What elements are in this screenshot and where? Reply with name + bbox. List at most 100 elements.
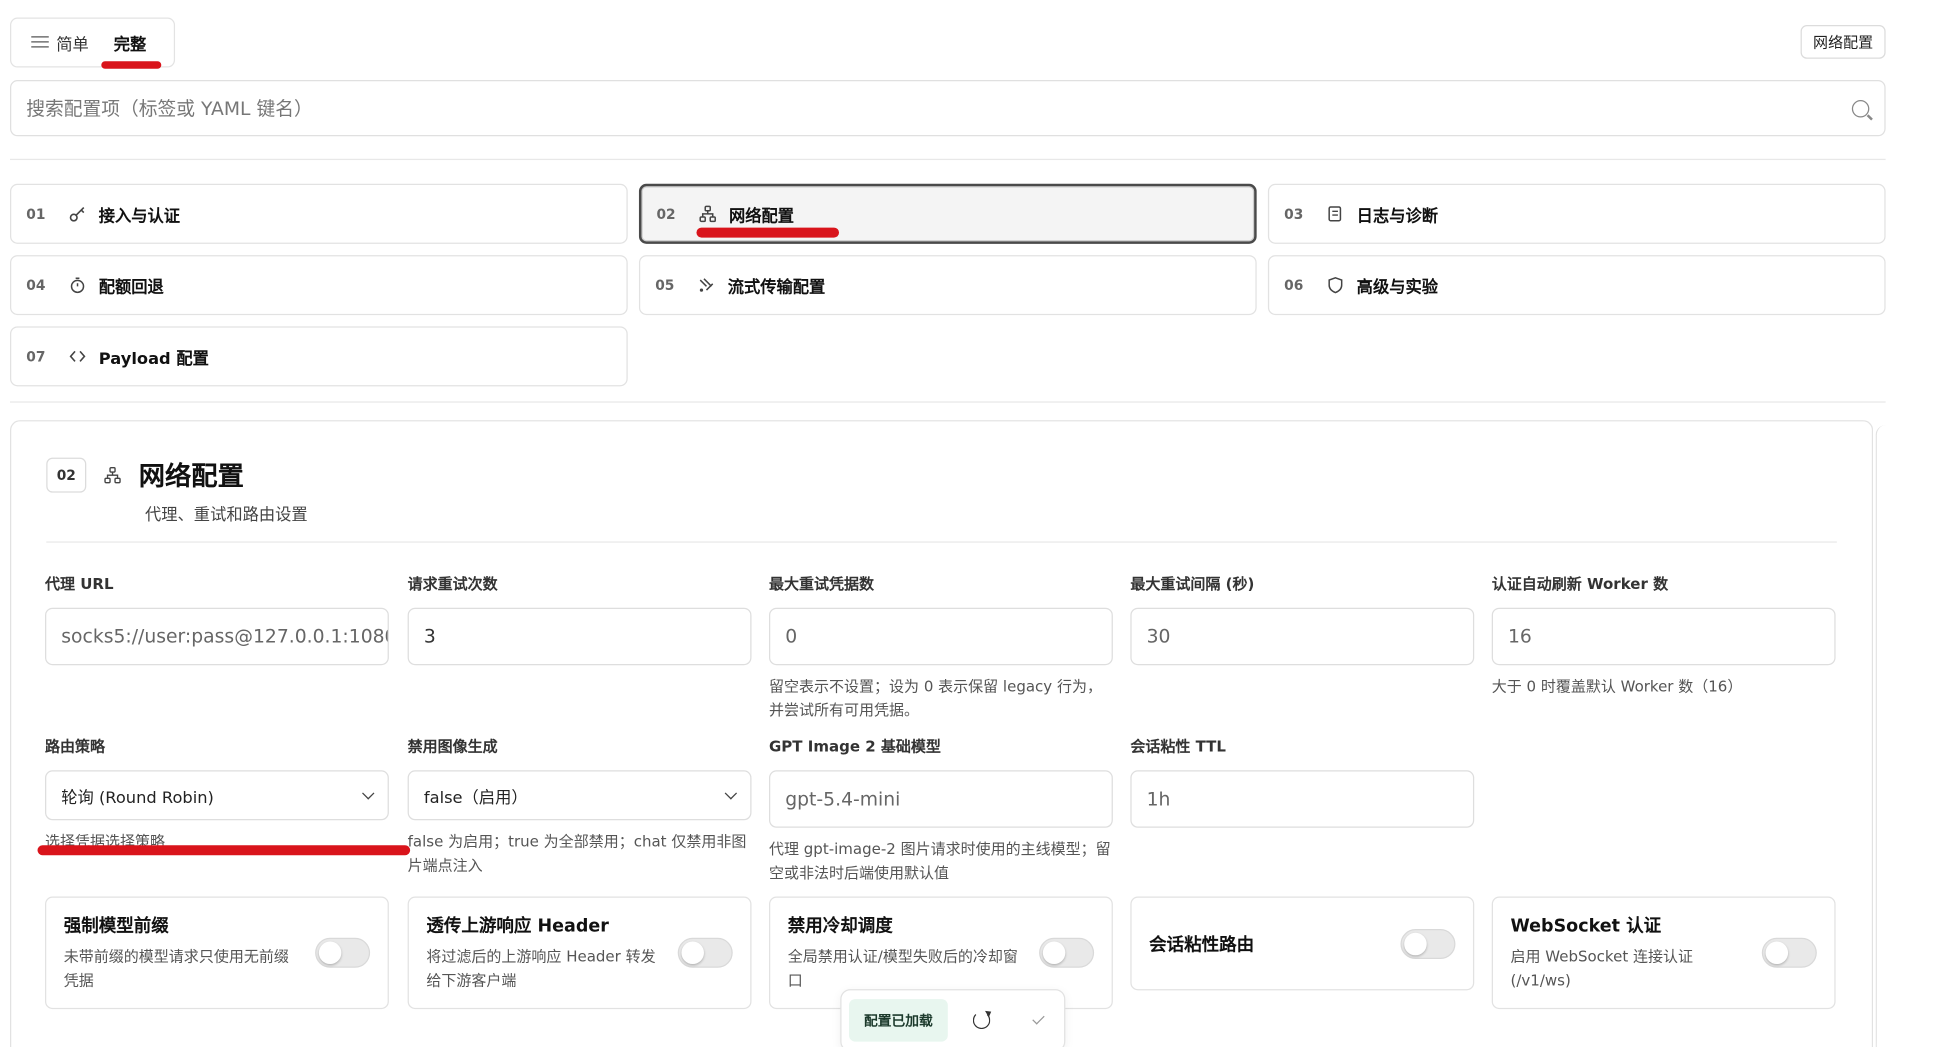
mode-simple-label: 简单 — [56, 35, 89, 55]
field-max-retry-credentials: 最大重试凭据数 0 留空表示不设置；设为 0 表示保留 legacy 行为，并尝… — [768, 573, 1113, 723]
select-value: 轮询 (Round Robin) — [61, 788, 214, 808]
config-status-badge: 配置已加载 — [849, 999, 948, 1042]
section-label: 日志与诊断 — [1356, 206, 1438, 226]
section-label: Payload 配置 — [98, 349, 209, 369]
divider — [46, 541, 1837, 543]
passthrough-headers-switch[interactable] — [677, 937, 733, 968]
toggle-title: 透传上游响应 Header — [426, 916, 609, 937]
chevron-down-icon — [362, 786, 375, 799]
toggle-desc: 未带前缀的模型请求只使用无前缀凭据 — [63, 947, 289, 990]
toggle-title: 禁用冷却调度 — [787, 916, 893, 937]
section-label: 高级与实验 — [1356, 278, 1438, 297]
panel-num: 02 — [46, 457, 87, 493]
mode-simple-button[interactable]: 简单 — [19, 24, 102, 62]
field-label: 请求重试次数 — [407, 575, 498, 593]
section-num: 02 — [656, 205, 676, 222]
disable-cooldown-switch[interactable] — [1039, 937, 1095, 968]
field-help: 代理 gpt-image-2 图片请求时使用的主线模型；留空或非法时后端使用默认… — [768, 840, 1111, 882]
section-tab-advanced[interactable]: 06 高级与实验 — [1267, 255, 1886, 316]
field-routing-strategy: 路由策略 轮询 (Round Robin) 选择凭据选择策略 — [45, 735, 389, 854]
search-box — [10, 80, 1886, 137]
mode-full-button[interactable]: 完整 — [101, 24, 162, 69]
toggle-desc: 启用 WebSocket 连接认证 (/v1/ws) — [1510, 947, 1694, 990]
field-proxy-url: 代理 URL socks5://user:pass@127.0.0.1:1080… — [45, 573, 389, 666]
section-num: 06 — [1284, 276, 1304, 294]
gpt-image2-model-input[interactable]: gpt-5.4-mini — [768, 770, 1113, 828]
field-max-retry-interval: 最大重试间隔 (秒) 30 — [1130, 573, 1475, 666]
proxy-url-input[interactable]: socks5://user:pass@127.0.0.1:1080/ — [45, 607, 389, 666]
section-label: 接入与认证 — [98, 206, 181, 226]
section-num: 05 — [655, 276, 675, 294]
field-session-ttl: 会话粘性 TTL 1h — [1130, 735, 1475, 828]
field-label: 路由策略 — [45, 737, 106, 756]
toggle-title: 会话粘性路由 — [1149, 934, 1255, 955]
max-retry-credentials-input[interactable]: 0 — [768, 607, 1113, 666]
force-model-prefix-switch[interactable] — [315, 937, 371, 968]
disable-image-gen-select[interactable]: false（启用） — [407, 770, 752, 821]
current-section-chip[interactable]: 网络配置 — [1800, 25, 1886, 59]
section-tab-payload[interactable]: 07 Payload 配置 — [10, 326, 628, 387]
timer-icon — [69, 276, 87, 294]
stream-icon — [698, 276, 716, 294]
select-value: false（启用） — [423, 788, 528, 808]
section-nav: 01 接入与认证 02 网络配置 03 日志与诊断 04 配额回退 05 流式传… — [10, 183, 1886, 387]
chevron-down-icon — [724, 786, 738, 799]
toggle-websocket-auth: WebSocket 认证 启用 WebSocket 连接认证 (/v1/ws) — [1491, 896, 1836, 1010]
section-tab-quota[interactable]: 04 配额回退 — [10, 255, 628, 316]
sliders-icon — [31, 35, 49, 50]
field-auth-refresh-workers: 认证自动刷新 Worker 数 16 大于 0 时覆盖默认 Worker 数（1… — [1491, 573, 1836, 699]
toggle-desc: 将过滤后的上游响应 Header 转发给下游客户端 — [426, 947, 656, 990]
retry-count-input[interactable]: 3 — [407, 607, 752, 666]
section-tab-streaming[interactable]: 05 流式传输配置 — [638, 255, 1257, 316]
toggle-session-sticky: 会话粘性路由 — [1130, 896, 1475, 991]
refresh-icon[interactable] — [972, 1011, 991, 1030]
network-icon — [104, 466, 122, 484]
scroll-icon — [1327, 205, 1345, 223]
section-label: 配额回退 — [98, 278, 164, 297]
toggle-passthrough-headers: 透传上游响应 Header 将过滤后的上游响应 Header 转发给下游客户端 — [407, 896, 752, 1010]
field-help: 留空表示不设置；设为 0 表示保留 legacy 行为，并尝试所有可用凭据。 — [768, 677, 1102, 719]
field-help: 大于 0 时覆盖默认 Worker 数（16） — [1491, 677, 1743, 696]
toggle-force-model-prefix: 强制模型前缀 未带前缀的模型请求只使用无前缀凭据 — [45, 896, 389, 1010]
field-disable-image-gen: 禁用图像生成 false（启用） false 为启用；true 为全部禁用；ch… — [407, 735, 752, 878]
section-label: 流式传输配置 — [727, 278, 826, 297]
websocket-auth-switch[interactable] — [1761, 937, 1817, 968]
section-label: 网络配置 — [696, 202, 840, 237]
section-num: 01 — [26, 205, 46, 222]
field-help: false 为启用；true 为全部禁用；chat 仅禁用非图片端点注入 — [407, 832, 747, 875]
toggle-desc: 全局禁用认证/模型失败后的冷却窗口 — [787, 947, 1018, 990]
panel-title: 网络配置 — [138, 461, 244, 492]
section-num: 07 — [26, 348, 46, 365]
section-tab-access-auth[interactable]: 01 接入与认证 — [10, 183, 628, 244]
section-num: 03 — [1284, 205, 1304, 222]
section-tab-network[interactable]: 02 网络配置 — [638, 183, 1257, 244]
toggle-title: 强制模型前缀 — [63, 916, 169, 937]
mode-full-label: 完整 — [113, 35, 147, 55]
field-label: 禁用图像生成 — [407, 737, 498, 756]
routing-strategy-select[interactable]: 轮询 (Round Robin) — [45, 770, 389, 821]
panel-edge — [1875, 425, 1886, 1047]
panel-subtitle: 代理、重试和路由设置 — [145, 506, 308, 526]
session-ttl-input[interactable]: 1h — [1130, 770, 1475, 828]
config-status-toast: 配置已加载 — [840, 989, 1066, 1047]
field-label: 代理 URL — [45, 575, 114, 593]
search-input[interactable] — [26, 96, 1852, 120]
section-tab-logs[interactable]: 03 日志与诊断 — [1267, 183, 1886, 244]
highlight-underline — [37, 845, 411, 856]
session-sticky-switch[interactable] — [1400, 928, 1456, 959]
check-icon[interactable] — [1032, 1012, 1045, 1025]
panel-header: 02 网络配置 — [46, 456, 244, 494]
code-icon — [69, 348, 87, 366]
field-label: 认证自动刷新 Worker 数 — [1491, 575, 1669, 593]
auth-refresh-workers-input[interactable]: 16 — [1491, 607, 1836, 666]
divider — [10, 158, 1886, 161]
field-retry-count: 请求重试次数 3 — [407, 573, 752, 666]
key-icon — [69, 205, 87, 223]
field-label: 最大重试间隔 (秒) — [1130, 575, 1255, 593]
network-icon — [699, 205, 717, 223]
max-retry-interval-input[interactable]: 30 — [1130, 607, 1475, 666]
mode-switch: 简单 完整 — [10, 17, 176, 69]
search-icon[interactable] — [1851, 99, 1870, 117]
field-label: 会话粘性 TTL — [1130, 737, 1226, 756]
toggle-title: WebSocket 认证 — [1510, 916, 1662, 937]
